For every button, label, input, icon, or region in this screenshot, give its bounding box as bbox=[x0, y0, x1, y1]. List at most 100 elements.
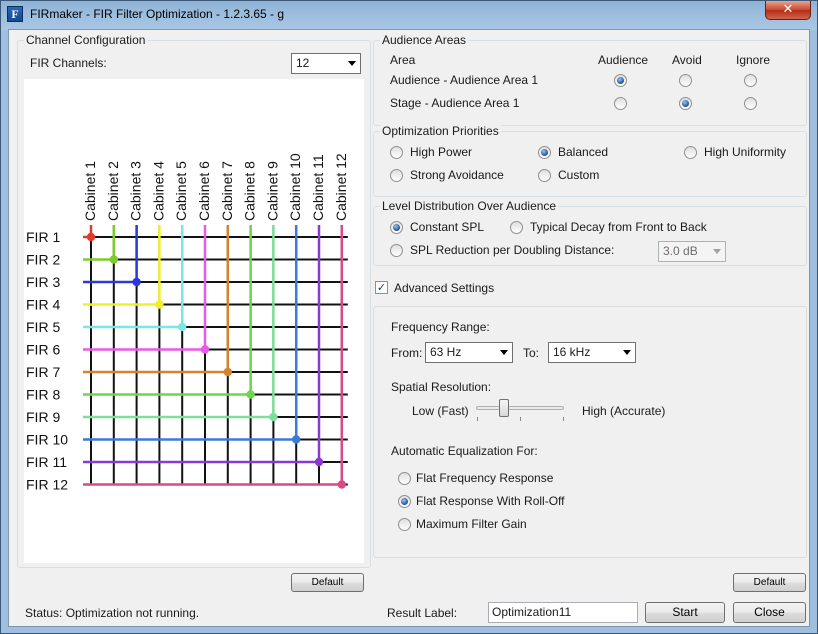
area-row-2-name: Stage - Audience Area 1 bbox=[390, 96, 520, 110]
area-1-ignore-radio[interactable] bbox=[744, 74, 757, 87]
fir-label: FIR 5 bbox=[26, 319, 60, 335]
spl-reduction-radio[interactable] bbox=[390, 244, 403, 257]
routing-node[interactable] bbox=[314, 457, 324, 467]
slider-thumb[interactable] bbox=[498, 399, 509, 417]
routing-node[interactable] bbox=[292, 435, 301, 444]
spatial-resolution-slider[interactable] bbox=[474, 397, 570, 423]
frequency-from-select[interactable]: 63 Hz bbox=[425, 342, 513, 363]
ignore-column-header: Ignore bbox=[736, 53, 771, 67]
cabinet-label: Cabinet 2 bbox=[105, 161, 121, 221]
area-1-avoid-radio[interactable] bbox=[679, 74, 692, 87]
chevron-down-icon bbox=[713, 249, 721, 254]
frequency-to-select[interactable]: 16 kHz bbox=[548, 342, 636, 363]
app-window: F FIRmaker - FIR Filter Optimization - 1… bbox=[0, 0, 818, 634]
status-text: Status: Optimization not running. bbox=[25, 606, 200, 620]
level-distribution-title: Level Distribution Over Audience bbox=[380, 199, 559, 213]
spl-reduction-select[interactable]: 3.0 dB bbox=[658, 241, 726, 262]
fir-label: FIR 1 bbox=[26, 229, 60, 245]
fir-label: FIR 12 bbox=[26, 477, 68, 493]
from-label: From: bbox=[391, 346, 423, 360]
area-2-audience-radio[interactable] bbox=[614, 97, 627, 110]
fir-label: FIR 3 bbox=[26, 274, 60, 290]
priority-balanced-radio[interactable] bbox=[538, 146, 551, 159]
priority-custom-label: Custom bbox=[558, 168, 600, 182]
eq-max-gain-radio[interactable] bbox=[398, 518, 411, 531]
channel-default-button[interactable]: Default bbox=[291, 573, 364, 592]
priority-high-power-label: High Power bbox=[410, 145, 473, 159]
fir-label: FIR 8 bbox=[26, 387, 60, 403]
spatial-resolution-label: Spatial Resolution: bbox=[391, 380, 492, 394]
constant-spl-radio[interactable] bbox=[390, 221, 403, 234]
fir-label: FIR 11 bbox=[26, 454, 67, 470]
title-bar[interactable]: F FIRmaker - FIR Filter Optimization - 1… bbox=[1, 1, 817, 29]
fir-channels-select[interactable]: 12 bbox=[291, 53, 361, 74]
channel-configuration-group: Channel Configuration FIR Channels: 12 C… bbox=[17, 33, 371, 568]
fir-label: FIR 7 bbox=[26, 364, 60, 380]
priority-strong-avoidance-radio[interactable] bbox=[390, 169, 403, 182]
high-accurate-label: High (Accurate) bbox=[582, 404, 666, 418]
frequency-range-label: Frequency Range: bbox=[391, 320, 490, 334]
routing-node[interactable] bbox=[132, 277, 141, 287]
priority-balanced-label: Balanced bbox=[558, 145, 609, 159]
fir-label: FIR 9 bbox=[26, 409, 60, 425]
fir-label: FIR 4 bbox=[26, 297, 60, 313]
cabinet-label: Cabinet 12 bbox=[333, 153, 349, 221]
fir-label: FIR 2 bbox=[26, 252, 60, 268]
frequency-from-value: 63 Hz bbox=[430, 345, 462, 359]
to-label: To: bbox=[523, 346, 540, 360]
routing-node[interactable] bbox=[246, 390, 255, 399]
eq-flat-frequency-label: Flat Frequency Response bbox=[416, 471, 554, 485]
cabinet-label: Cabinet 1 bbox=[82, 161, 98, 221]
low-fast-label: Low (Fast) bbox=[412, 404, 469, 418]
eq-flat-rolloff-radio[interactable] bbox=[398, 495, 411, 508]
audience-column-header: Audience bbox=[598, 53, 649, 67]
priority-high-uniformity-radio[interactable] bbox=[684, 146, 697, 159]
slider-tick bbox=[477, 417, 478, 421]
close-button[interactable]: Close bbox=[733, 602, 806, 623]
audience-areas-title: Audience Areas bbox=[380, 33, 469, 47]
routing-matrix[interactable]: Cabinet 1 Cabinet 2 Cabinet 3 Cabinet 4 Cabi… bbox=[24, 79, 364, 563]
priority-high-power-radio[interactable] bbox=[390, 146, 403, 159]
advanced-default-button[interactable]: Default bbox=[733, 573, 806, 592]
routing-node[interactable] bbox=[178, 322, 187, 332]
routing-matrix-panel: Cabinet 1 Cabinet 2 Cabinet 3 Cabinet 4 Cabi… bbox=[24, 79, 364, 563]
area-2-ignore-radio[interactable] bbox=[744, 97, 757, 110]
chevron-down-icon bbox=[623, 350, 631, 355]
typical-decay-radio[interactable] bbox=[510, 221, 523, 234]
fir-channels-value: 12 bbox=[296, 56, 310, 70]
start-button[interactable]: Start bbox=[645, 602, 725, 623]
spl-reduction-label: SPL Reduction per Doubling Distance: bbox=[410, 243, 615, 257]
chevron-down-icon bbox=[348, 61, 356, 66]
channel-configuration-title: Channel Configuration bbox=[24, 33, 148, 47]
audience-areas-group: Audience Areas Area Audience Avoid Ignor… bbox=[373, 33, 807, 126]
routing-node[interactable] bbox=[223, 367, 232, 377]
routing-node[interactable] bbox=[269, 412, 278, 422]
priority-custom-radio[interactable] bbox=[538, 169, 551, 182]
fir-label: FIR 10 bbox=[26, 432, 68, 448]
slider-track bbox=[476, 406, 564, 410]
cabinet-label: Cabinet 5 bbox=[173, 161, 189, 221]
advanced-settings-checkbox[interactable]: ✓ bbox=[375, 281, 388, 294]
area-row-1-name: Audience - Audience Area 1 bbox=[390, 73, 539, 87]
eq-flat-frequency-radio[interactable] bbox=[398, 472, 411, 485]
cabinet-label: Cabinet 9 bbox=[264, 161, 280, 221]
optimization-priorities-group: Optimization Priorities High Power Balan… bbox=[373, 124, 807, 197]
area-2-avoid-radio[interactable] bbox=[679, 97, 692, 110]
routing-node[interactable] bbox=[155, 300, 164, 309]
fir-channels-label: FIR Channels: bbox=[30, 56, 107, 70]
routing-node[interactable] bbox=[200, 345, 210, 354]
area-1-audience-radio[interactable] bbox=[614, 74, 627, 87]
routing-node[interactable] bbox=[86, 232, 96, 242]
cabinet-label: Cabinet 4 bbox=[150, 161, 166, 221]
cabinet-label: Cabinet 8 bbox=[242, 161, 258, 221]
routing-node[interactable] bbox=[109, 255, 119, 264]
routing-node[interactable] bbox=[337, 480, 346, 489]
result-label-input[interactable]: Optimization11 bbox=[488, 602, 638, 623]
window-title: FIRmaker - FIR Filter Optimization - 1.2… bbox=[30, 7, 285, 21]
dialog-client-area: Channel Configuration FIR Channels: 12 C… bbox=[8, 29, 810, 627]
fir-label: FIR 6 bbox=[26, 342, 60, 358]
optimization-priorities-title: Optimization Priorities bbox=[380, 124, 501, 138]
window-close-button[interactable]: ✕ bbox=[765, 1, 811, 20]
cabinet-label: Cabinet 11 bbox=[310, 154, 326, 221]
priority-high-uniformity-label: High Uniformity bbox=[704, 145, 787, 159]
